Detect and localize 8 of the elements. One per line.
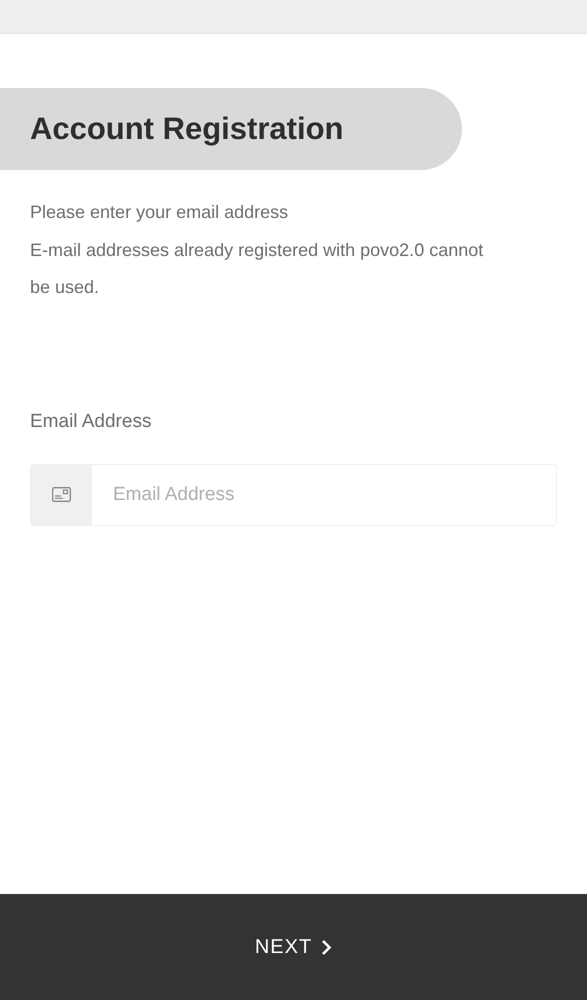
description-text: Please enter your email address — [30, 201, 290, 224]
page-title: Account Registration — [30, 111, 344, 147]
id-card-icon — [52, 487, 71, 502]
next-button[interactable]: NEXT — [0, 894, 587, 1000]
field-label: Email Address — [30, 410, 152, 432]
chevron-right-icon — [321, 938, 332, 956]
email-field[interactable]: Email Address — [30, 464, 557, 526]
description-text: E-mail addresses already registered with povo2.0 cannot be used. — [30, 238, 484, 299]
